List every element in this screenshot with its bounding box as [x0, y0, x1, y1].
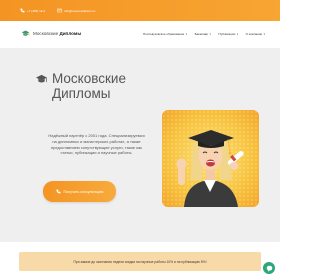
- consultation-button[interactable]: Получить консультацию: [43, 181, 116, 202]
- promo-text: При заказе до окончания недели скидка на…: [73, 259, 207, 264]
- email-contact[interactable]: info@moscowdiplom.ru: [57, 8, 95, 13]
- brand-part2: Дипломы: [59, 31, 82, 36]
- menu-item-label: Послевузовское образование: [143, 32, 185, 36]
- mail-icon: [57, 8, 62, 13]
- menu-item-publications[interactable]: Публикации ▼: [218, 32, 238, 36]
- menu-item-label: Бакалавр: [194, 32, 209, 36]
- consultation-button-label: Получить консультацию: [63, 189, 104, 194]
- hero-title-line1: Московские: [52, 71, 126, 86]
- chevron-down-icon: ▼: [263, 32, 266, 36]
- email-text: info@moscowdiplom.ru: [64, 8, 96, 13]
- menu-item-about[interactable]: О компании ▼: [246, 32, 266, 36]
- top-bar: +7 (495) 12-3 info@moscowdiplom.ru: [0, 0, 280, 21]
- graduation-cap-icon: [21, 30, 30, 36]
- menu-item-bachelor[interactable]: Бакалавр ▼: [195, 32, 212, 36]
- main-menu: Послевузовское образование ▼ Бакалавр ▼ Пу…: [143, 32, 266, 36]
- chevron-down-icon: ▼: [236, 32, 239, 36]
- hero-description: Надёжный партнёр с 2001 года. Специализи…: [48, 133, 145, 156]
- phone-icon: [56, 189, 61, 194]
- main-navbar: Московские Дипломы Послевузовское образо…: [0, 21, 280, 48]
- graduation-cap-icon: [36, 74, 47, 83]
- hero-title-line2: Дипломы: [52, 86, 111, 101]
- hero-title: Московские Дипломы: [35, 71, 126, 101]
- chat-icon: [266, 265, 272, 272]
- phone-text: +7 (495) 12-3: [27, 8, 46, 13]
- hero-section: Московские Дипломы Надёжный партнёр с 20…: [0, 48, 280, 242]
- menu-item-label: Публикации: [218, 32, 236, 36]
- menu-item-label: О компании: [245, 32, 263, 36]
- chat-button[interactable]: [263, 262, 275, 274]
- phone-icon: [20, 8, 25, 13]
- phone-contact[interactable]: +7 (495) 12-3: [20, 8, 45, 13]
- chevron-down-icon: ▼: [185, 32, 188, 36]
- menu-item-postgraduate[interactable]: Послевузовское образование ▼: [143, 32, 188, 36]
- brand-part1: Московские: [33, 31, 59, 36]
- graduate-illustration: [162, 110, 259, 207]
- site-logo[interactable]: Московские Дипломы: [21, 29, 81, 38]
- chevron-down-icon: ▼: [209, 32, 212, 36]
- promo-banner: При заказе до окончания недели скидка на…: [19, 252, 261, 271]
